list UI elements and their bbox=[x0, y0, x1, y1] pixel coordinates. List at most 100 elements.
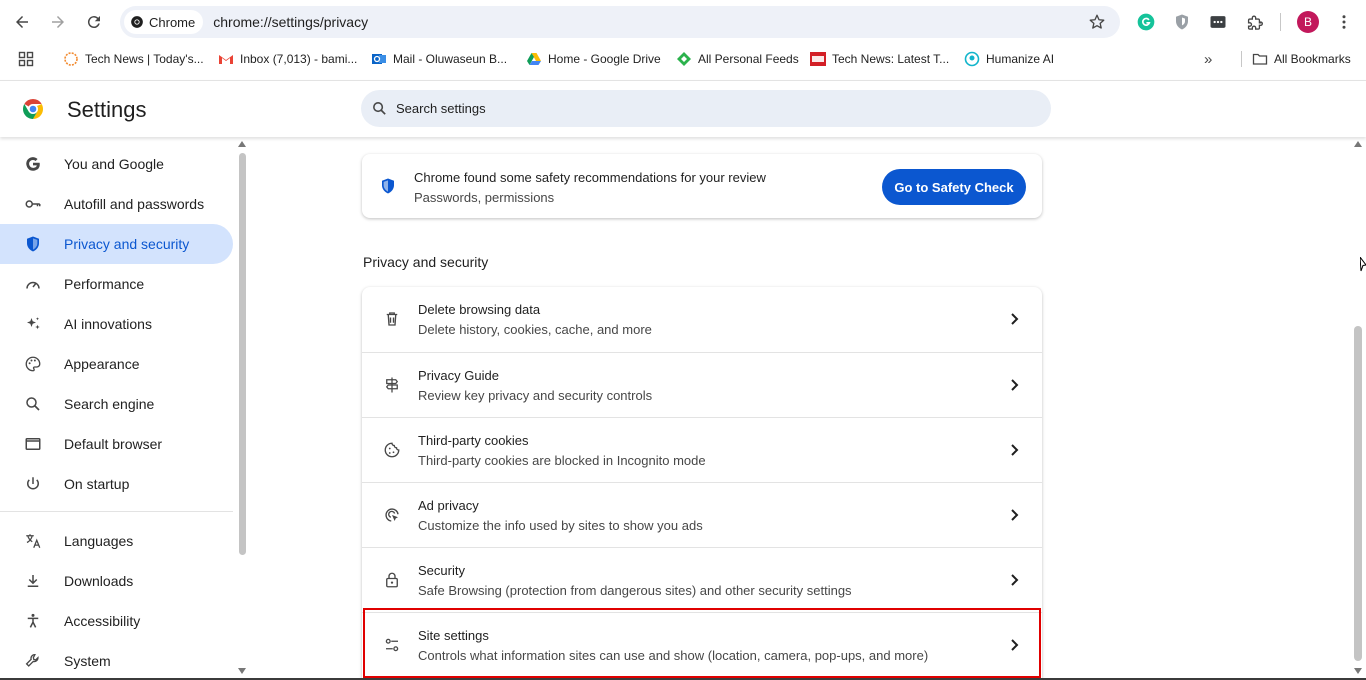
bookmark-tech-news[interactable]: Tech News | Today's... bbox=[63, 50, 204, 68]
url-text: chrome://settings/privacy bbox=[213, 14, 369, 30]
lock-icon bbox=[383, 571, 401, 589]
safety-check-card: Chrome found some safety recommendations… bbox=[362, 154, 1042, 218]
bookmark-label: Mail - Oluwaseun B... bbox=[393, 52, 508, 66]
back-button[interactable] bbox=[6, 6, 38, 38]
sidebar-item-downloads[interactable]: Downloads bbox=[0, 561, 233, 601]
settings-header: Settings bbox=[0, 80, 1366, 137]
forward-button[interactable] bbox=[42, 6, 74, 38]
go-to-safety-check-button[interactable]: Go to Safety Check bbox=[882, 169, 1026, 205]
shield-extension-icon[interactable] bbox=[1171, 11, 1193, 33]
bookmark-star-icon[interactable] bbox=[1088, 13, 1106, 31]
sidebar-item-label: AI innovations bbox=[64, 316, 152, 332]
row-subtitle: Controls what information sites can use … bbox=[418, 648, 929, 663]
settings-main: Chrome found some safety recommendations… bbox=[245, 137, 1350, 680]
sidebar-item-label: On startup bbox=[64, 476, 130, 492]
password-extension-icon[interactable] bbox=[1207, 11, 1229, 33]
sidebar-item-label: Autofill and passwords bbox=[64, 196, 205, 212]
shield-icon bbox=[24, 235, 42, 253]
toi-logo-icon bbox=[810, 51, 826, 67]
section-title: Privacy and security bbox=[363, 254, 489, 270]
sidebar-item-label: System bbox=[64, 653, 111, 669]
sun-logo-icon bbox=[63, 51, 79, 67]
bookmark-toi[interactable]: Tech News: Latest T... bbox=[810, 50, 949, 68]
main-scroll-down-arrow[interactable] bbox=[1354, 668, 1362, 674]
row-third-party-cookies[interactable]: Third-party cookies Third-party cookies … bbox=[362, 417, 1042, 482]
sidebar-item-label: Appearance bbox=[64, 356, 140, 372]
reload-icon bbox=[87, 16, 100, 29]
mouse-cursor-icon bbox=[1360, 257, 1366, 272]
row-title: Delete browsing data bbox=[418, 302, 541, 317]
row-subtitle: Safe Browsing (protection from dangerous… bbox=[418, 583, 852, 598]
sidebar-item-on-startup[interactable]: On startup bbox=[0, 464, 233, 504]
row-title: Site settings bbox=[418, 628, 489, 643]
search-input[interactable] bbox=[396, 101, 996, 116]
humanize-logo-icon bbox=[964, 51, 980, 67]
sidebar-item-default-browser[interactable]: Default browser bbox=[0, 424, 233, 464]
sidebar-item-label: Languages bbox=[64, 533, 134, 549]
row-title: Third-party cookies bbox=[418, 433, 529, 448]
sidebar-item-label: Default browser bbox=[64, 436, 163, 452]
row-delete-browsing-data[interactable]: Delete browsing data Delete history, coo… bbox=[362, 287, 1042, 352]
chevron-right-icon bbox=[1011, 574, 1019, 586]
sidebar-item-label: Privacy and security bbox=[64, 236, 190, 252]
sidebar-item-accessibility[interactable]: Accessibility bbox=[0, 601, 233, 641]
browser-toolbar: Chrome chrome://settings/privacy B bbox=[0, 0, 1366, 44]
chrome-icon bbox=[131, 16, 143, 28]
row-security[interactable]: Security Safe Browsing (protection from … bbox=[362, 547, 1042, 612]
row-subtitle: Customize the info used by sites to show… bbox=[418, 518, 703, 533]
site-info-chip[interactable]: Chrome bbox=[124, 10, 204, 34]
apps-grid-icon[interactable] bbox=[18, 50, 34, 68]
sidebar-item-performance[interactable]: Performance bbox=[0, 264, 233, 304]
main-scroll-up-arrow[interactable] bbox=[1354, 141, 1362, 147]
settings-search[interactable] bbox=[361, 90, 1051, 127]
address-bar[interactable]: Chrome chrome://settings/privacy bbox=[120, 6, 1120, 38]
row-title: Ad privacy bbox=[418, 498, 479, 513]
sidebar-item-appearance[interactable]: Appearance bbox=[0, 344, 233, 384]
palette-icon bbox=[24, 355, 42, 373]
bookmark-label: All Personal Feeds bbox=[698, 52, 799, 66]
sidebar-item-ai-innovations[interactable]: AI innovations bbox=[0, 304, 233, 344]
chrome-menu-icon[interactable] bbox=[1334, 11, 1354, 33]
ad-target-icon bbox=[383, 506, 401, 524]
row-title: Security bbox=[418, 563, 465, 578]
folder-icon bbox=[1252, 51, 1268, 67]
sidebar-item-languages[interactable]: Languages bbox=[0, 521, 233, 561]
chevron-right-icon bbox=[1011, 444, 1019, 456]
bookmark-outlook[interactable]: Mail - Oluwaseun B... bbox=[371, 50, 507, 68]
back-arrow-icon bbox=[16, 16, 28, 28]
grammarly-extension-icon[interactable] bbox=[1135, 11, 1157, 33]
sidebar-item-autofill[interactable]: Autofill and passwords bbox=[0, 184, 233, 224]
row-privacy-guide[interactable]: Privacy Guide Review key privacy and sec… bbox=[362, 352, 1042, 417]
reload-button[interactable] bbox=[78, 6, 110, 38]
chevron-right-icon bbox=[1011, 379, 1019, 391]
chrome-logo-icon bbox=[23, 99, 43, 119]
sidebar-item-system[interactable]: System bbox=[0, 641, 233, 680]
row-subtitle: Review key privacy and security controls bbox=[418, 388, 653, 403]
accessibility-icon bbox=[24, 612, 42, 630]
chip-label: Chrome bbox=[149, 14, 196, 30]
sidebar-item-privacy[interactable]: Privacy and security bbox=[0, 224, 233, 264]
bookmark-gmail[interactable]: Inbox (7,013) - bami... bbox=[218, 50, 357, 68]
profile-avatar[interactable]: B bbox=[1297, 11, 1319, 33]
google-drive-icon bbox=[526, 51, 542, 67]
search-icon bbox=[373, 102, 386, 115]
trash-icon bbox=[383, 310, 401, 328]
outlook-icon bbox=[371, 51, 387, 67]
row-ad-privacy[interactable]: Ad privacy Customize the info used by si… bbox=[362, 482, 1042, 547]
sidebar-item-label: Accessibility bbox=[64, 613, 141, 629]
sidebar-item-you-and-google[interactable]: You and Google bbox=[0, 144, 233, 184]
sidebar-item-search-engine[interactable]: Search engine bbox=[0, 384, 233, 424]
bookmark-feeds[interactable]: All Personal Feeds bbox=[676, 50, 799, 68]
sliders-icon bbox=[383, 636, 401, 654]
row-site-settings[interactable]: Site settings Controls what information … bbox=[362, 612, 1042, 677]
signpost-icon bbox=[383, 376, 401, 394]
translate-icon bbox=[24, 532, 42, 550]
all-bookmarks-button[interactable]: All Bookmarks bbox=[1252, 50, 1351, 68]
bookmarks-overflow-button[interactable]: » bbox=[1204, 50, 1212, 68]
bookmark-humanize[interactable]: Humanize AI bbox=[964, 50, 1054, 68]
main-scroll-thumb[interactable] bbox=[1354, 326, 1362, 661]
bookmark-google-drive[interactable]: Home - Google Drive bbox=[526, 50, 661, 68]
bookmark-label: Tech News | Today's... bbox=[85, 52, 204, 66]
feedly-icon bbox=[676, 51, 692, 67]
extensions-puzzle-icon[interactable] bbox=[1243, 11, 1265, 33]
